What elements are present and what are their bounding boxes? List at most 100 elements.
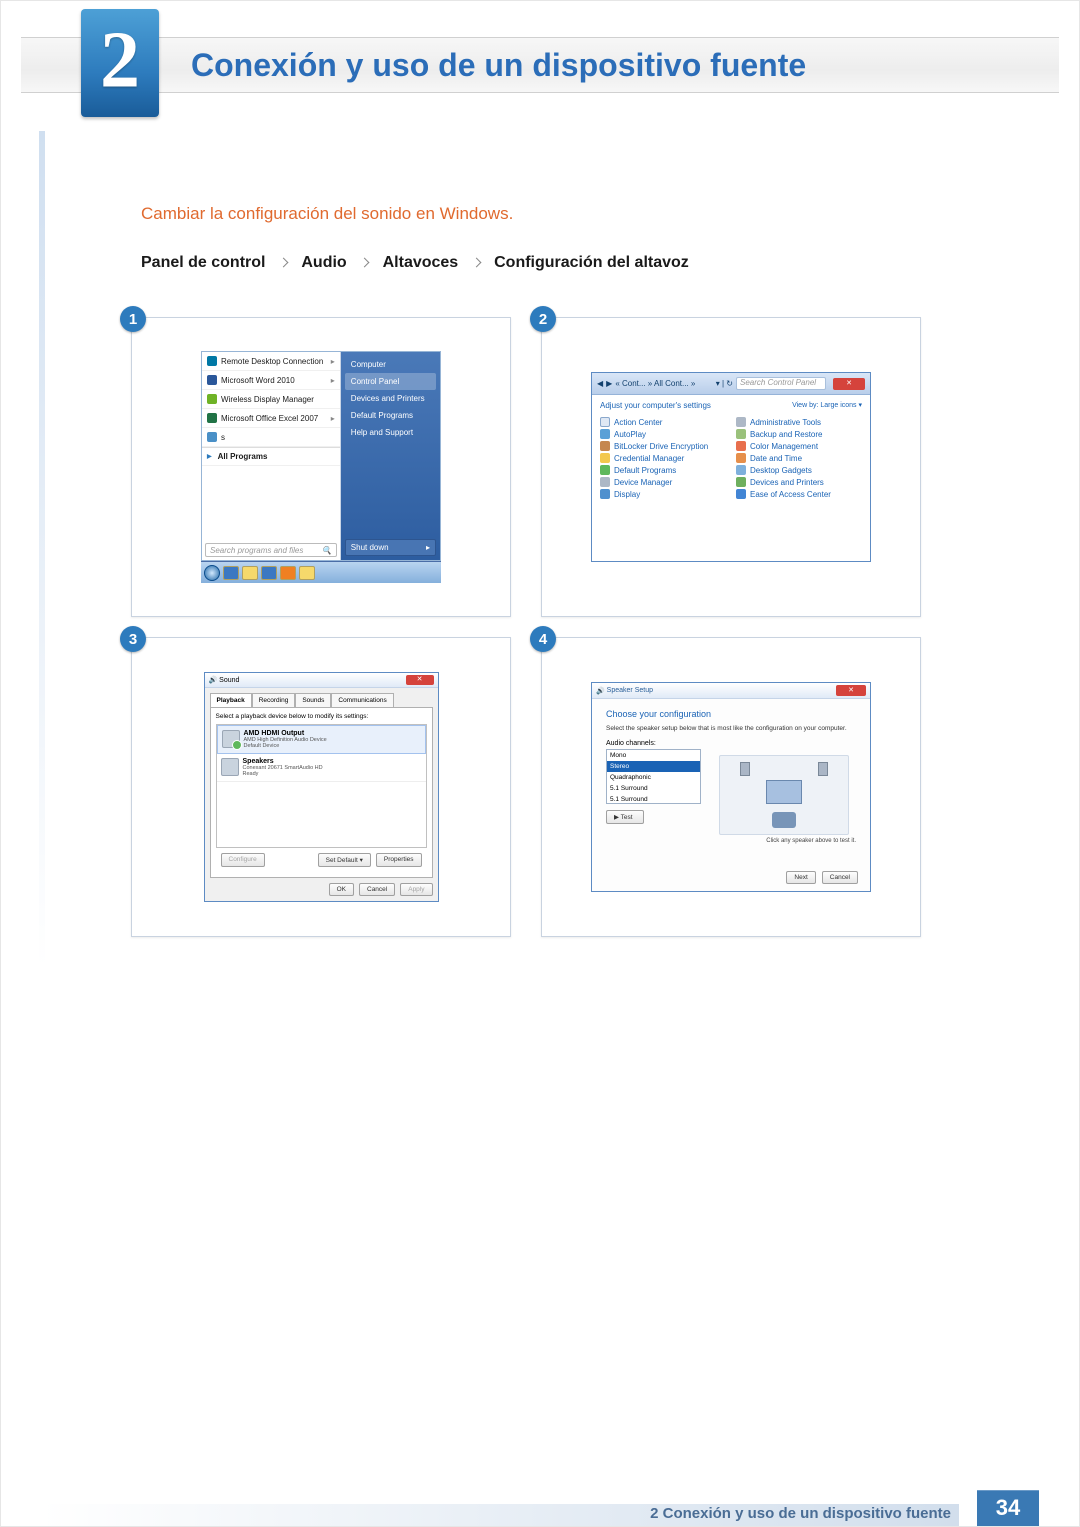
speaker-setup-subtext: Select the speaker setup below that is m…	[606, 725, 856, 732]
cancel-button[interactable]: Cancel	[822, 871, 858, 884]
arrow-icon	[360, 258, 370, 268]
audio-channel-option[interactable]: 5.1 Surround	[607, 783, 700, 794]
nav-back-icon[interactable]: ◀	[597, 379, 603, 388]
view-by-selector[interactable]: View by: Large icons ▾	[792, 401, 862, 409]
configure-button[interactable]: Configure	[221, 853, 265, 867]
cp-item[interactable]: Date and Time	[736, 452, 862, 464]
right-pane-item[interactable]: Help and Support	[345, 424, 436, 441]
start-menu-item-label: Remote Desktop Connection	[221, 357, 323, 366]
control-panel-body: View by: Large icons ▾ Adjust your compu…	[592, 395, 870, 561]
properties-button[interactable]: Properties	[376, 853, 422, 867]
start-menu-item[interactable]: Remote Desktop Connection▸	[202, 352, 340, 371]
next-button[interactable]: Next	[786, 871, 815, 884]
bitlocker-icon	[600, 441, 610, 451]
cp-item[interactable]: Credential Manager	[600, 452, 726, 464]
all-programs-button[interactable]: All Programs	[202, 447, 340, 466]
app-icon	[207, 356, 217, 366]
close-icon[interactable]: ✕	[836, 685, 866, 696]
cp-item-label: Default Programs	[614, 466, 676, 475]
right-pane-item[interactable]: Devices and Printers	[345, 390, 436, 407]
start-menu-item[interactable]: Microsoft Office Excel 2007▸	[202, 409, 340, 428]
taskbar-folder-icon[interactable]	[299, 566, 315, 580]
cp-item[interactable]: AutoPlay	[600, 428, 726, 440]
audio-channels-list[interactable]: Mono Stereo Quadraphonic 5.1 Surround 5.…	[606, 749, 701, 804]
cp-item-label: Date and Time	[750, 454, 802, 463]
audio-channel-option[interactable]: 5.1 Surround	[607, 794, 700, 804]
control-panel-search[interactable]: Search Control Panel	[736, 377, 826, 390]
playback-device[interactable]: Speakers Conexant 20671 SmartAudio HD Re…	[217, 754, 426, 782]
cp-item-label: Color Management	[750, 442, 818, 451]
sound-dialog: 🔊 Sound ✕ Playback Recording Sounds Comm…	[204, 672, 439, 902]
speaker-room-diagram	[719, 755, 849, 835]
app-icon	[207, 375, 217, 385]
cp-item[interactable]: Color Management	[736, 440, 862, 452]
start-menu-search[interactable]: Search programs and files🔍	[205, 543, 337, 557]
nav-fwd-icon[interactable]: ▶	[606, 379, 612, 388]
shutdown-button[interactable]: Shut down▸	[345, 539, 436, 556]
cp-item[interactable]: Device Manager	[600, 476, 726, 488]
taskbar-explorer-icon[interactable]	[242, 566, 258, 580]
backup-icon	[736, 429, 746, 439]
start-menu-item[interactable]: Microsoft Word 2010▸	[202, 371, 340, 390]
cp-item[interactable]: Administrative Tools	[736, 416, 862, 428]
set-default-button[interactable]: Set Default	[318, 853, 371, 867]
device-name: Speakers	[243, 758, 323, 765]
cp-item[interactable]: Ease of Access Center	[736, 488, 862, 500]
audio-channel-option[interactable]: Mono	[607, 750, 700, 761]
arrow-icon	[471, 258, 481, 268]
cp-item[interactable]: Action Center	[600, 416, 726, 428]
tab-sounds[interactable]: Sounds	[295, 693, 331, 707]
control-panel-titlebar: ◀ ▶ « Cont... » All Cont... » ▾ | ↻ Sear…	[592, 373, 870, 395]
left-speaker-icon[interactable]	[740, 762, 750, 776]
start-menu-item-label: s	[221, 433, 225, 442]
close-icon[interactable]: ✕	[833, 378, 865, 390]
right-speaker-icon[interactable]	[818, 762, 828, 776]
device-name: AMD HDMI Output	[244, 730, 327, 737]
close-icon[interactable]: ✕	[406, 675, 434, 685]
cp-item-label: Credential Manager	[614, 454, 684, 463]
taskbar-wmp-icon[interactable]	[280, 566, 296, 580]
breadcrumb-path: Panel de control Audio Altavoces Configu…	[141, 254, 984, 272]
test-button[interactable]: ▶ Test	[606, 810, 644, 824]
apply-button[interactable]: Apply	[400, 883, 432, 896]
audio-channel-option-selected[interactable]: Stereo	[607, 761, 700, 772]
playback-device[interactable]: AMD HDMI Output AMD High Definition Audi…	[217, 725, 426, 754]
sound-dialog-footer: OK Cancel Apply	[205, 878, 438, 901]
start-menu-item[interactable]: Wireless Display Manager	[202, 390, 340, 409]
cancel-button[interactable]: Cancel	[359, 883, 395, 896]
address-crumb[interactable]: « Cont... » All Cont... »	[615, 379, 712, 388]
ease-of-access-icon	[736, 489, 746, 499]
step-badge: 4	[530, 626, 556, 652]
app-icon	[207, 413, 217, 423]
tab-communications[interactable]: Communications	[331, 693, 393, 707]
cp-item[interactable]: Desktop Gadgets	[736, 464, 862, 476]
tab-recording[interactable]: Recording	[252, 693, 296, 707]
cp-item[interactable]: Devices and Printers	[736, 476, 862, 488]
submenu-arrow-icon: ▸	[331, 376, 335, 385]
start-menu-item[interactable]: s	[202, 428, 340, 447]
cp-item[interactable]: BitLocker Drive Encryption	[600, 440, 726, 452]
tab-playback[interactable]: Playback	[210, 693, 252, 707]
control-panel-items: Action Center AutoPlay BitLocker Drive E…	[600, 416, 862, 500]
screenshot-4-speaker-setup: 4 🔊 Speaker Setup ✕ Choose your configur…	[541, 637, 921, 937]
chair-icon	[772, 812, 796, 828]
cp-item[interactable]: Display	[600, 488, 726, 500]
taskbar-ie-icon[interactable]	[223, 566, 239, 580]
screenshot-2-control-panel: 2 ◀ ▶ « Cont... » All Cont... » ▾ | ↻ Se…	[541, 317, 921, 617]
ok-button[interactable]: OK	[329, 883, 354, 896]
taskbar-app-icon[interactable]	[261, 566, 277, 580]
audio-channels-column: Audio channels: Mono Stereo Quadraphonic…	[606, 740, 701, 858]
right-pane-item[interactable]: Default Programs	[345, 407, 436, 424]
audio-channel-option[interactable]: Quadraphonic	[607, 772, 700, 783]
right-pane-item-control-panel[interactable]: Control Panel	[345, 373, 436, 390]
playback-device-list: AMD HDMI Output AMD High Definition Audi…	[216, 724, 427, 848]
display-icon	[600, 489, 610, 499]
right-pane-item[interactable]: Computer	[345, 356, 436, 373]
start-menu-right-pane: Computer Control Panel Devices and Print…	[341, 352, 440, 560]
breadcrumb-step: Configuración del altavoz	[494, 254, 689, 271]
cp-item[interactable]: Backup and Restore	[736, 428, 862, 440]
breadcrumb-step: Audio	[301, 254, 346, 271]
page-footer: 2 Conexión y uso de un dispositivo fuent…	[1, 1486, 1079, 1526]
cp-item[interactable]: Default Programs	[600, 464, 726, 476]
start-orb[interactable]	[204, 565, 220, 581]
